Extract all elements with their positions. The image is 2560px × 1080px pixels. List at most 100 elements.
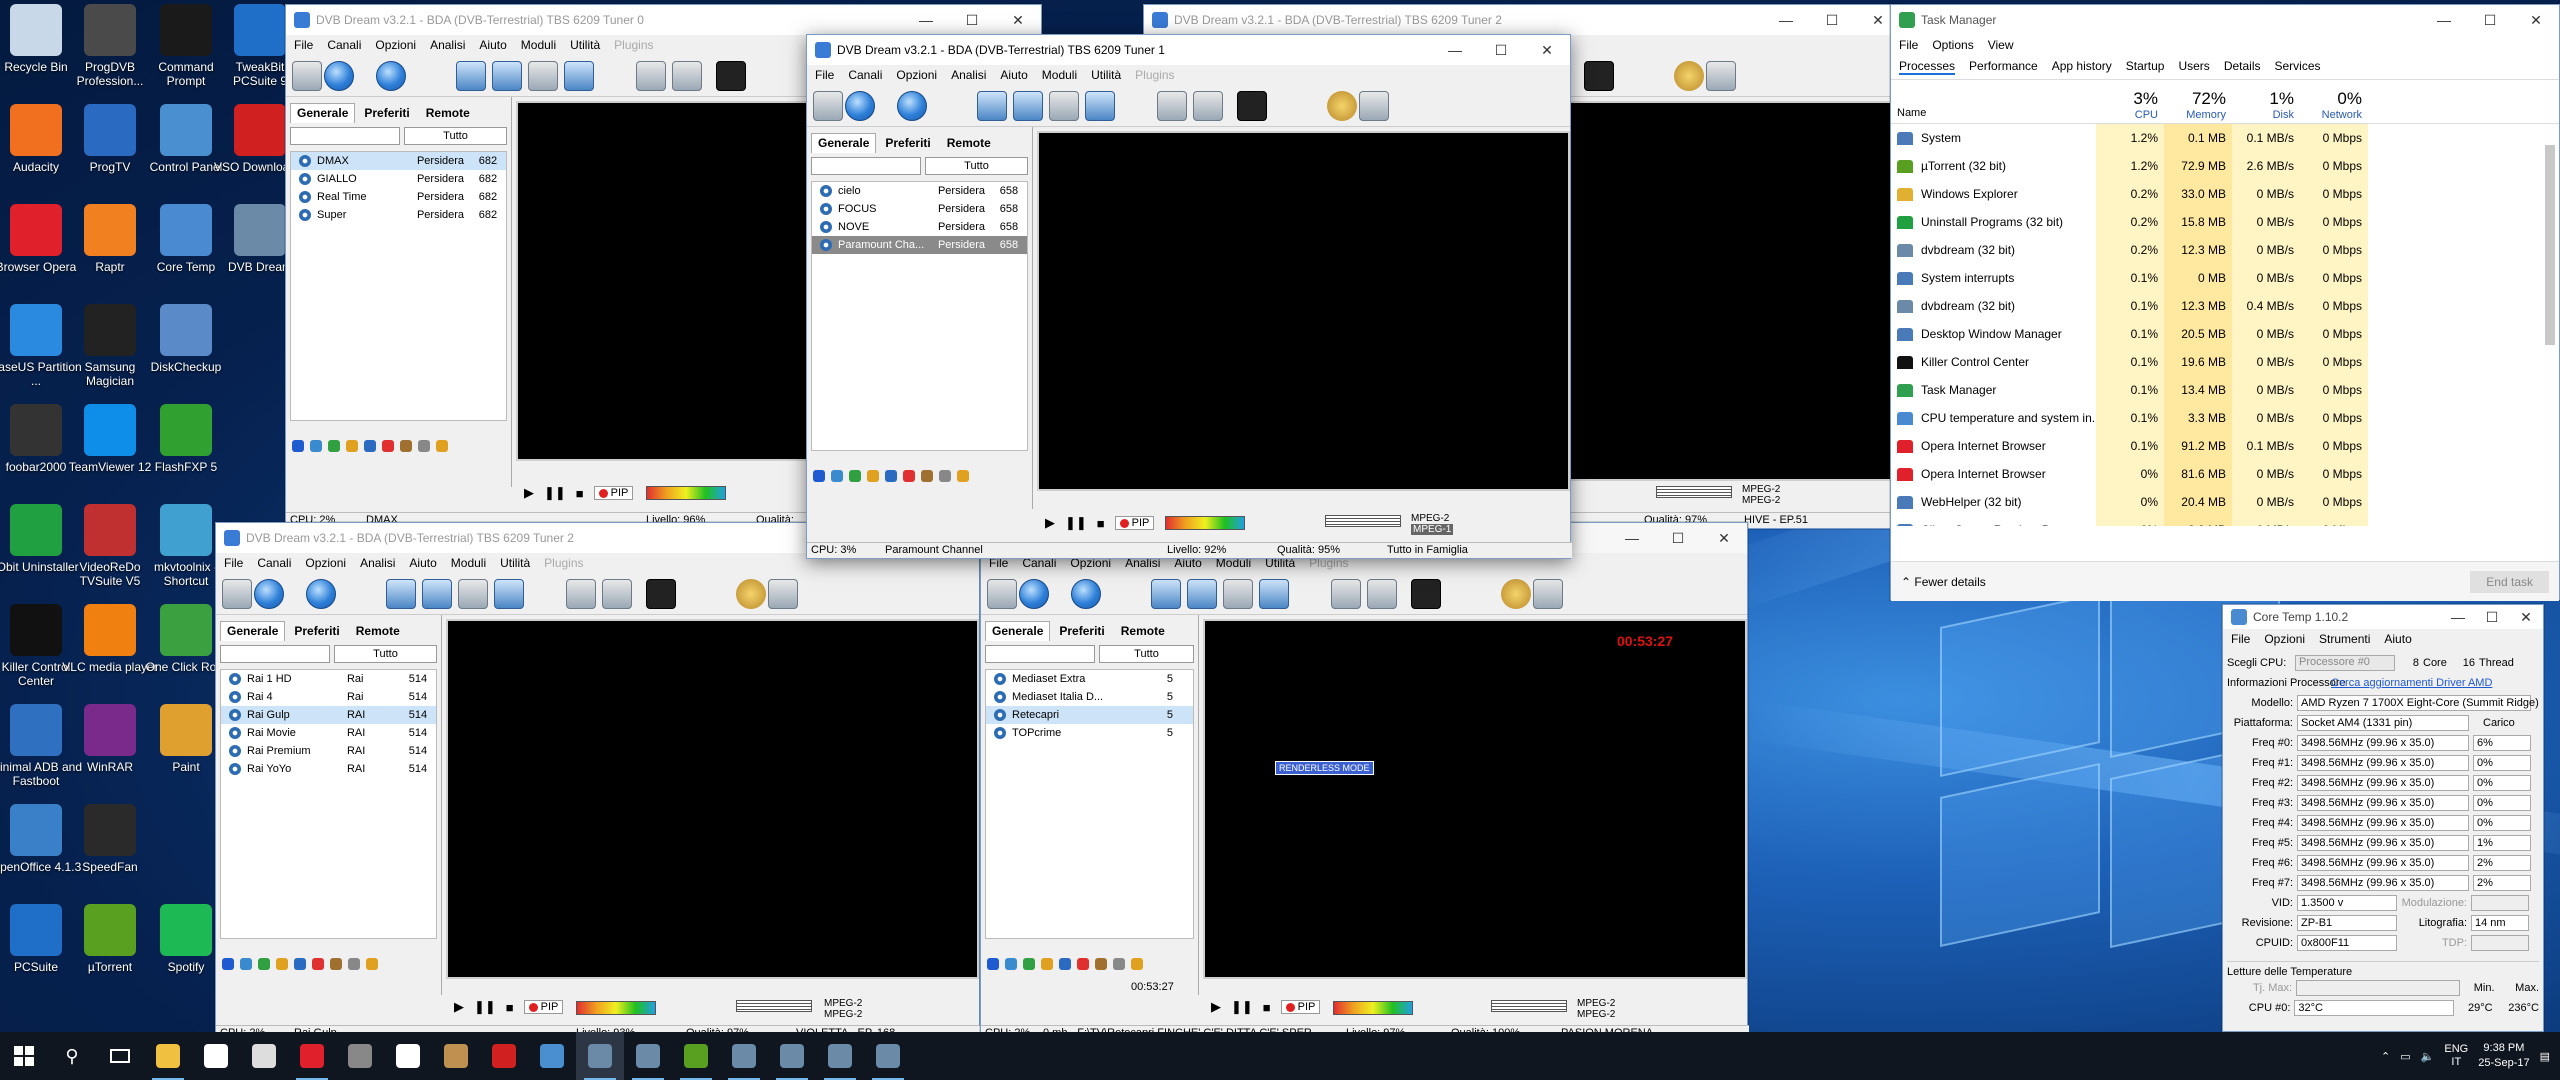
menu-item[interactable]: Opzioni xyxy=(305,556,346,570)
panel-tool-icon[interactable] xyxy=(1077,958,1089,970)
taskbar-app[interactable] xyxy=(288,1032,336,1080)
title-bar[interactable]: DVB Dream v3.2.1 - BDA (DVB-Terrestrial)… xyxy=(807,35,1570,65)
panel-tool-icon[interactable] xyxy=(258,958,270,970)
monitor-icon[interactable] xyxy=(386,579,416,609)
back-icon[interactable] xyxy=(845,91,875,121)
filter-select[interactable]: Tutto xyxy=(1099,645,1194,663)
process-row[interactable]: Opera Internet Browser 0% 81.6 MB 0 MB/s 0 M… xyxy=(1891,460,2559,488)
clapper-icon[interactable] xyxy=(636,61,666,91)
timer-icon[interactable] xyxy=(1501,579,1531,609)
filter-select[interactable]: Tutto xyxy=(334,645,437,663)
channel-search-input[interactable] xyxy=(985,645,1095,663)
taskbar-app[interactable] xyxy=(672,1032,720,1080)
channel-row[interactable]: cielo Persidera 658 xyxy=(812,182,1027,200)
taskbar-app[interactable] xyxy=(816,1032,864,1080)
tab-remote[interactable]: Remote xyxy=(1114,621,1172,641)
dvb-window-tuner2[interactable]: DVB Dream v3.2.1 - BDA (DVB-Terrestrial)… xyxy=(215,522,981,1042)
processor-select[interactable]: Processore #0 xyxy=(2295,655,2395,671)
maximize-button[interactable]: ☐ xyxy=(2475,605,2509,629)
video-area[interactable]: 00:53:27 RENDERLESS MODE xyxy=(1203,619,1747,979)
tray-chevron-icon[interactable]: ⌃ xyxy=(2381,1050,2390,1063)
close-button[interactable]: ✕ xyxy=(2513,5,2559,35)
pause-button[interactable]: ❚❚ xyxy=(544,485,566,501)
title-bar[interactable]: DVB Dream v3.2.1 - BDA (DVB-Terrestrial)… xyxy=(1144,5,1901,35)
pip-button[interactable]: PIP xyxy=(593,486,634,500)
panel-tool-icon[interactable] xyxy=(1005,958,1017,970)
panel-tool-icon[interactable] xyxy=(366,958,378,970)
minimize-button[interactable]: — xyxy=(1763,5,1809,35)
stop-button[interactable]: ■ xyxy=(1097,516,1105,531)
stop-button[interactable]: ■ xyxy=(1263,1000,1271,1015)
maximize-button[interactable]: ☐ xyxy=(1655,523,1701,553)
process-row[interactable]: System 1.2% 0.1 MB 0.1 MB/s 0 Mbps xyxy=(1891,124,2559,152)
taskbar-app[interactable] xyxy=(768,1032,816,1080)
back-icon[interactable] xyxy=(324,61,354,91)
monitor-icon[interactable] xyxy=(1151,579,1181,609)
menu-item[interactable]: Canali xyxy=(848,68,882,82)
menu-item[interactable]: File xyxy=(815,68,834,82)
tab-preferiti[interactable]: Preferiti xyxy=(878,133,937,153)
tab-generale[interactable]: Generale xyxy=(811,133,877,153)
channel-search-input[interactable] xyxy=(220,645,330,663)
panel-tool-icon[interactable] xyxy=(364,440,376,452)
menu-item[interactable]: Plugins xyxy=(1135,68,1174,82)
pip-button[interactable]: PIP xyxy=(523,1000,564,1014)
menu-item[interactable]: File xyxy=(224,556,243,570)
taskbar-app[interactable] xyxy=(240,1032,288,1080)
play-button[interactable]: ▶ xyxy=(1045,515,1055,531)
channel-row[interactable]: Rai 4 Rai 514 xyxy=(221,688,436,706)
tab-remote[interactable]: Remote xyxy=(940,133,998,153)
forward-icon[interactable] xyxy=(1071,579,1101,609)
tab-generale[interactable]: Generale xyxy=(290,103,356,123)
menu-item[interactable]: File xyxy=(2231,632,2250,646)
title-bar[interactable]: Task Manager — ☐ ✕ xyxy=(1891,5,2559,35)
play-button[interactable]: ▶ xyxy=(1211,999,1221,1015)
panel-tool-icon[interactable] xyxy=(312,958,324,970)
channel-search-input[interactable] xyxy=(811,157,921,175)
menu-item[interactable]: Plugins xyxy=(544,556,583,570)
core-temp-window[interactable]: Core Temp 1.10.2 — ☐ ✕ File Opzioni Strument… xyxy=(2222,604,2544,1032)
channel-row[interactable]: TOPcrime 5 xyxy=(986,724,1193,742)
tab-processes[interactable]: Processes xyxy=(1899,59,1956,75)
taskbar-app[interactable] xyxy=(384,1032,432,1080)
menu-item[interactable]: Utilità xyxy=(500,556,530,570)
taskbar-app[interactable] xyxy=(144,1032,192,1080)
menu-item[interactable]: Plugins xyxy=(614,38,653,52)
maximize-button[interactable]: ☐ xyxy=(949,5,995,35)
desktop-icon[interactable]: FlashFXP 5 xyxy=(138,404,234,474)
minimize-button[interactable]: — xyxy=(2441,605,2475,629)
clock[interactable]: 9:38 PM 25-Sep-17 xyxy=(2478,1041,2529,1071)
channel-row[interactable]: Retecapri 5 xyxy=(986,706,1193,724)
tools-icon[interactable] xyxy=(602,579,632,609)
taskbar-app[interactable] xyxy=(192,1032,240,1080)
tab-preferiti[interactable]: Preferiti xyxy=(1052,621,1111,641)
process-row[interactable]: Task Manager 0.1% 13.4 MB 0 MB/s 0 Mbps xyxy=(1891,376,2559,404)
process-row[interactable]: System interrupts 0.1% 0 MB 0 MB/s 0 Mbps xyxy=(1891,264,2559,292)
teletext-icon[interactable] xyxy=(494,579,524,609)
taskbar-app[interactable] xyxy=(432,1032,480,1080)
panel-tool-icon[interactable] xyxy=(957,470,969,482)
task-view-button[interactable] xyxy=(96,1032,144,1080)
settings-gear-icon[interactable] xyxy=(528,61,558,91)
channel-search-input[interactable] xyxy=(290,127,400,145)
clapper-icon[interactable] xyxy=(566,579,596,609)
channel-row[interactable]: Rai Gulp RAI 514 xyxy=(221,706,436,724)
forward-icon[interactable] xyxy=(897,91,927,121)
record-icon[interactable] xyxy=(1411,579,1441,609)
panel-tool-icon[interactable] xyxy=(849,470,861,482)
panel-tool-icon[interactable] xyxy=(276,958,288,970)
minimize-button[interactable]: — xyxy=(1432,35,1478,65)
dvb-window-tuner3[interactable]: — ☐ ✕ File Canali Opzioni Analisi Aiuto Moduli U… xyxy=(980,522,1749,1042)
taskbar-app[interactable] xyxy=(576,1032,624,1080)
monitor-icon[interactable] xyxy=(977,91,1007,121)
volume-icon[interactable]: 🔈 xyxy=(2421,1050,2435,1063)
tab-services[interactable]: Services xyxy=(2275,59,2321,75)
panel-tool-icon[interactable] xyxy=(1113,958,1125,970)
settings-gear-icon[interactable] xyxy=(458,579,488,609)
epg-icon[interactable] xyxy=(1187,579,1217,609)
taskbar-app[interactable] xyxy=(720,1032,768,1080)
panel-tool-icon[interactable] xyxy=(328,440,340,452)
menu-item[interactable]: File xyxy=(1899,38,1918,52)
panel-tool-icon[interactable] xyxy=(1131,958,1143,970)
channel-row[interactable]: NOVE Persidera 658 xyxy=(812,218,1027,236)
